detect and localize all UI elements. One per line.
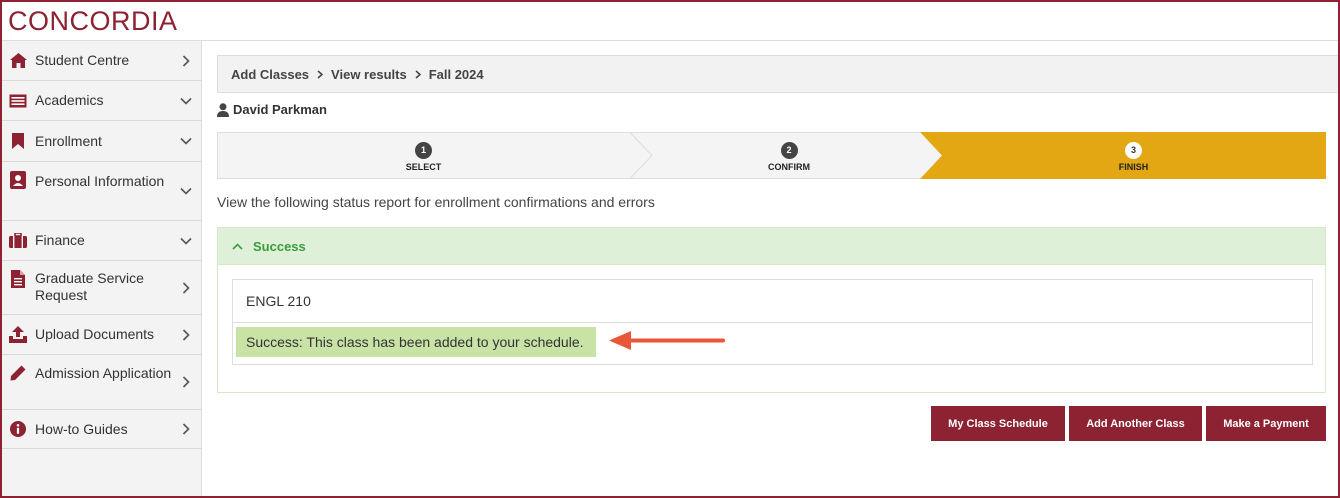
sidebar-item-label: Enrollment	[35, 132, 102, 149]
progress-steps: 1 SELECT 2 CONFIRM 3 FINISH	[217, 132, 1326, 179]
page-frame: CONCORDIA Student Centre Academics Enrol…	[0, 0, 1340, 498]
success-message: Success: This class has been added to yo…	[236, 327, 596, 357]
user-name: David Parkman	[233, 102, 327, 117]
top-bar: CONCORDIA	[2, 2, 1338, 41]
chevron-down-icon	[180, 95, 192, 107]
class-name: ENGL 210	[246, 293, 311, 309]
step-finish: 3 FINISH	[928, 142, 1338, 172]
sidebar-item-student-centre[interactable]: Student Centre	[2, 41, 202, 81]
info-icon	[9, 420, 27, 438]
user-icon	[217, 102, 229, 117]
chevron-right-icon	[180, 376, 192, 388]
concordia-logo[interactable]: CONCORDIA	[8, 6, 178, 37]
sidebar-item-label: Finance	[35, 232, 85, 248]
chevron-down-icon	[180, 235, 192, 247]
status-report-intro: View the following status report for enr…	[217, 194, 655, 210]
success-panel-header[interactable]: Success	[218, 228, 1325, 265]
chevron-down-icon	[180, 135, 192, 147]
pencil-icon	[9, 364, 27, 382]
step-number: 1	[415, 142, 432, 159]
contact-card-icon	[9, 171, 27, 189]
step-select: 1 SELECT	[217, 142, 630, 172]
sidebar-item-label: Academics	[35, 92, 104, 108]
breadcrumb-current-term: Fall 2024	[428, 66, 484, 82]
chevron-right-icon	[180, 54, 192, 67]
chevron-right-icon	[317, 69, 324, 79]
step-number: 3	[1125, 142, 1142, 159]
list-icon	[9, 92, 27, 110]
sidebar-item-label: Graduate Service Request	[35, 270, 144, 303]
step-label: CONFIRM	[768, 162, 810, 172]
bookmark-icon	[9, 132, 27, 150]
sidebar-item-label: Admission Application	[35, 365, 172, 381]
sidebar-item-finance[interactable]: Finance	[2, 221, 202, 261]
sidebar-item-label: Personal Information	[35, 173, 165, 189]
step-label: FINISH	[1118, 162, 1149, 172]
chevron-right-icon	[415, 69, 421, 79]
chevron-right-icon	[180, 281, 192, 294]
chevron-right-icon	[180, 328, 192, 341]
step-number: 2	[780, 142, 798, 159]
my-class-schedule-button[interactable]: My Class Schedule	[931, 406, 1065, 441]
step-label: SELECT	[405, 162, 442, 172]
success-panel: Success ENGL 210 Success: This class has…	[217, 227, 1326, 393]
chevron-right-icon	[180, 423, 192, 435]
step-confirm: 2 CONFIRM	[630, 142, 948, 172]
breadcrumb-add-classes[interactable]: Add Classes	[231, 67, 309, 82]
annotation-arrow-icon	[609, 331, 725, 350]
sidebar-item-personal-information[interactable]: Personal Information	[2, 162, 202, 221]
class-result-box: ENGL 210 Success: This class has been ad…	[232, 279, 1313, 365]
sidebar-item-upload-documents[interactable]: Upload Documents	[2, 315, 202, 355]
chevron-down-icon	[180, 185, 192, 197]
sidebar-item-admission-application[interactable]: Admission Application	[2, 355, 202, 410]
sidebar-item-label: Student Centre	[35, 52, 130, 68]
user-row: David Parkman	[217, 102, 327, 117]
sidebar-item-enrollment[interactable]: Enrollment	[2, 121, 202, 162]
sidebar-item-how-to-guides[interactable]: How-to Guides	[2, 410, 202, 449]
briefcase-icon	[9, 232, 27, 250]
breadcrumb-view-results[interactable]: View results	[331, 67, 407, 82]
document-icon	[9, 270, 27, 288]
divider	[233, 322, 1312, 323]
sidebar-item-label: Upload Documents	[35, 326, 155, 342]
breadcrumb: Add Classes View results Fall 2024	[217, 55, 1338, 93]
home-icon	[9, 52, 27, 70]
chevron-up-icon	[232, 242, 243, 250]
sidebar-item-academics[interactable]: Academics	[2, 81, 202, 121]
sidebar-item-graduate-service-request[interactable]: Graduate Service Request	[2, 261, 202, 315]
sidebar: Student Centre Academics Enrollment Pers…	[2, 41, 202, 496]
add-another-class-button[interactable]: Add Another Class	[1069, 406, 1202, 441]
sidebar-item-label: How-to Guides	[35, 420, 128, 437]
upload-icon	[9, 326, 27, 344]
success-panel-title: Success	[253, 238, 306, 254]
make-payment-button[interactable]: Make a Payment	[1206, 406, 1326, 441]
